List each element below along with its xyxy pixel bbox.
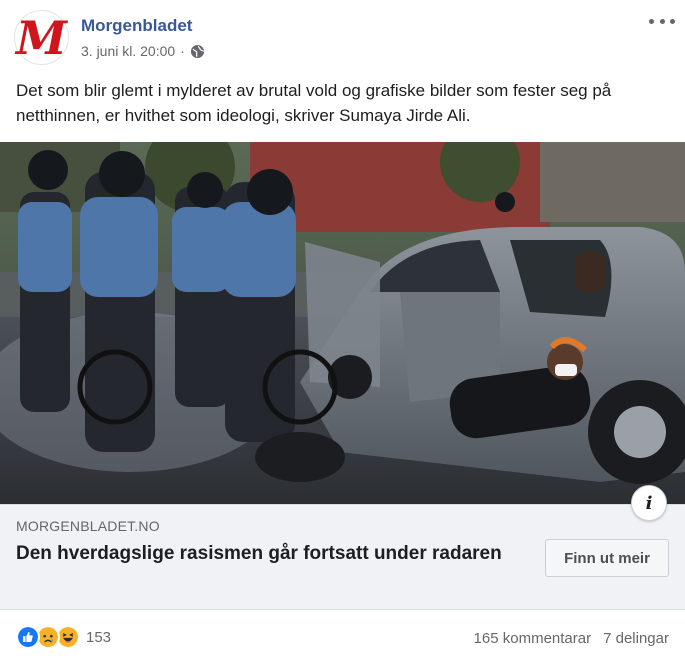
reaction-count: 153 [86, 628, 112, 646]
more-horizontal-icon[interactable] [649, 12, 675, 30]
protest-photo [0, 142, 685, 504]
post-message: Det som blir glemt i mylderet av brutal … [16, 81, 612, 125]
learn-more-button[interactable]: Finn ut meir [545, 539, 669, 577]
link-title[interactable]: Den hverdagslige rasismen går fortsatt u… [16, 541, 516, 566]
comments-count-link[interactable]: 165 kommentarar [474, 630, 592, 647]
morgenbladet-logo: M [16, 10, 67, 65]
post-timestamp[interactable]: 3. juni kl. 20:00 [81, 43, 175, 59]
facebook-post: M Morgenbladet 3. juni kl. 20:00 · Det s… [0, 0, 685, 665]
page-avatar[interactable]: M [14, 10, 69, 65]
globe-icon [190, 44, 204, 58]
shares-count-link[interactable]: 7 delingar [603, 630, 669, 647]
post-meta: 3. juni kl. 20:00 · [81, 43, 205, 59]
page-name-link[interactable]: Morgenbladet [81, 16, 192, 36]
link-preview-image[interactable] [0, 142, 685, 504]
link-domain: MORGENBLADET.NO [16, 518, 160, 534]
meta-separator: · [180, 43, 185, 59]
post-footer: 153 165 kommentarar 7 delingar [0, 612, 685, 665]
reaction-summary[interactable]: 153 [16, 625, 111, 649]
post-header: M Morgenbladet 3. juni kl. 20:00 · [14, 10, 675, 66]
info-icon[interactable]: i [631, 485, 667, 521]
link-preview[interactable]: MORGENBLADET.NO Den hverdagslige rasisme… [0, 504, 685, 610]
like-icon [16, 625, 40, 649]
engagement-counts: 165 kommentarar 7 delingar [474, 630, 669, 647]
